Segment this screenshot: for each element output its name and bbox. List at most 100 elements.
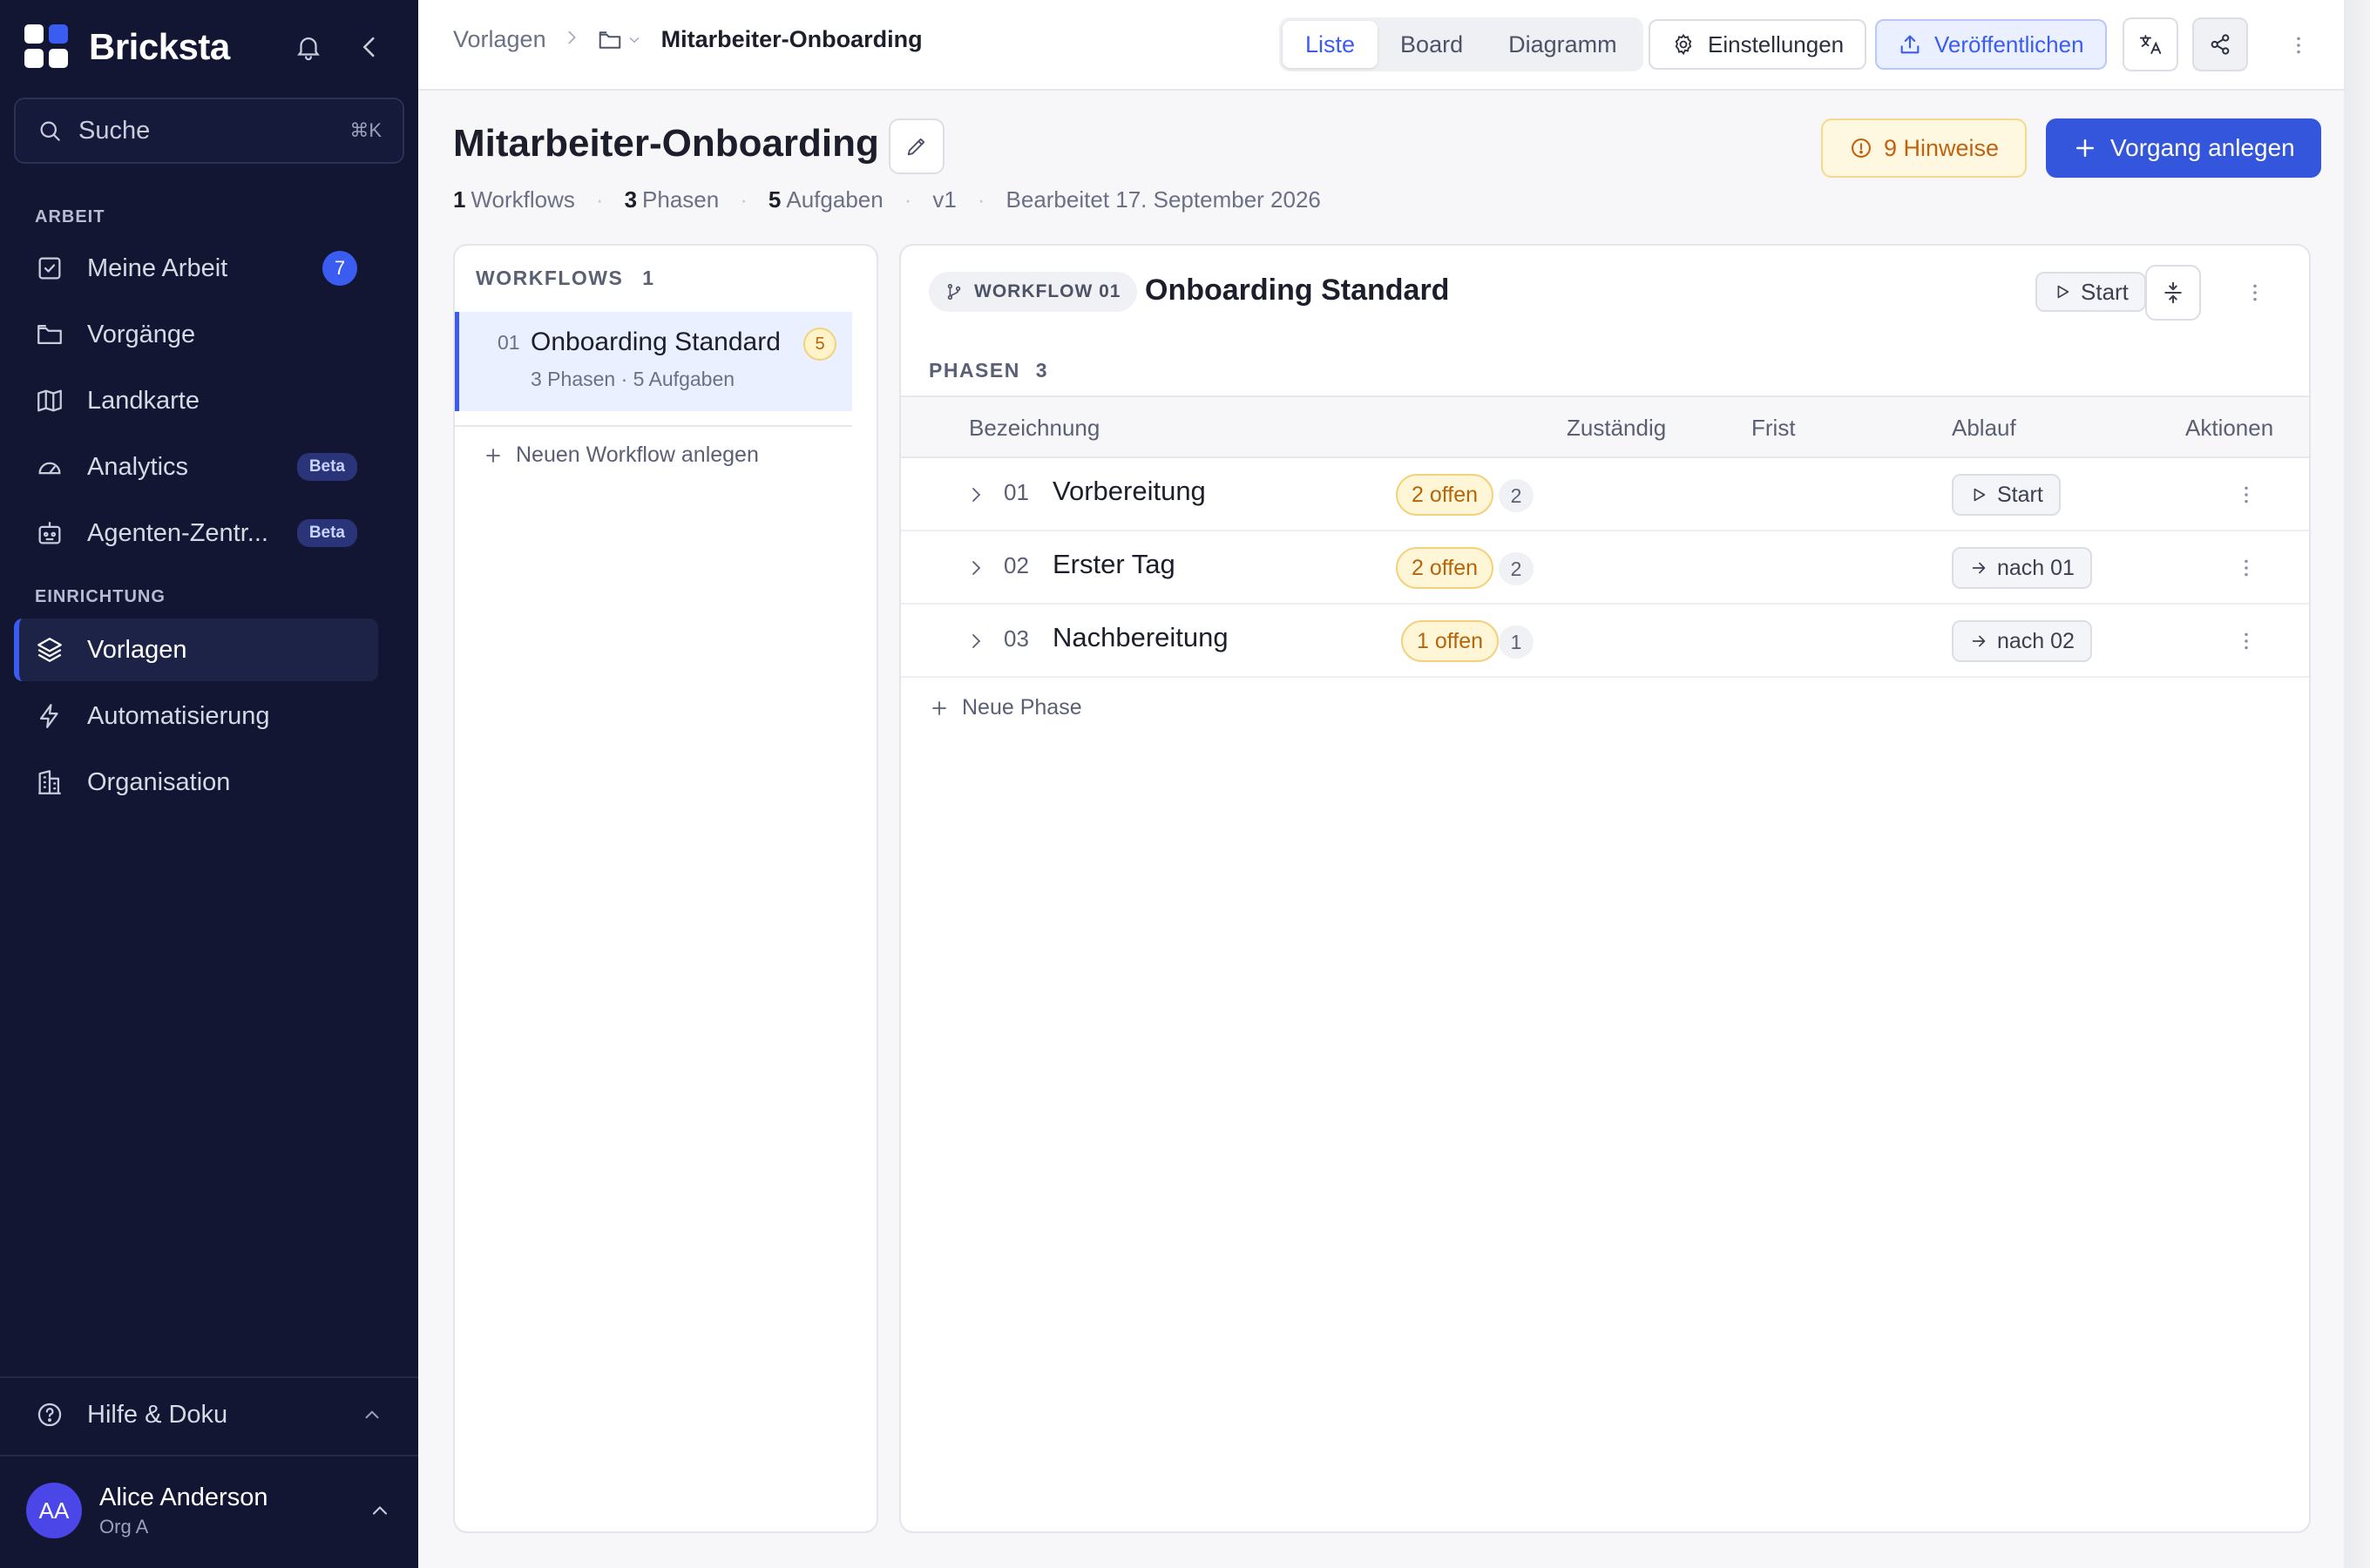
workflow-title: Onboarding Standard bbox=[1145, 274, 1450, 307]
phases-label: Phasen bbox=[642, 186, 720, 213]
task-count-badge: 2 bbox=[1499, 479, 1534, 512]
breadcrumb-root[interactable]: Vorlagen bbox=[453, 26, 546, 53]
window-edge bbox=[2344, 0, 2370, 1568]
flow-label: nach 02 bbox=[1997, 628, 2075, 653]
share-icon bbox=[2211, 34, 2230, 55]
tab-board[interactable]: Board bbox=[1378, 21, 1486, 68]
chevron-right-icon[interactable] bbox=[965, 558, 986, 578]
sidebar-item-agents[interactable]: Agenten-Zentr... Beta bbox=[14, 502, 378, 564]
layers-icon bbox=[37, 638, 62, 662]
brand[interactable]: Bricksta bbox=[24, 24, 230, 70]
robot-icon bbox=[38, 522, 61, 544]
chevron-right-icon[interactable] bbox=[965, 631, 986, 652]
sidebar: Bricksta Suche ⌘K ARBEIT Meine Arbeit 7 … bbox=[0, 0, 418, 1568]
table-row[interactable]: 03 Nachbereitung 1 offen 1 nach 02 bbox=[901, 605, 2309, 678]
row-actions-button[interactable] bbox=[2229, 624, 2264, 659]
phase-number: 02 bbox=[1004, 552, 1029, 578]
sidebar-item-my-work[interactable]: Meine Arbeit 7 bbox=[14, 237, 378, 300]
workflow-summary: 3 Phasen · 5 Aufgaben bbox=[531, 368, 735, 390]
table-row[interactable]: 02 Erster Tag 2 offen 2 nach 01 bbox=[901, 531, 2309, 605]
main-content: Vorlagen Mitarbeiter-Onboarding Liste Bo… bbox=[418, 0, 2370, 1568]
sidebar-item-label: Landkarte bbox=[87, 386, 200, 415]
sidebar-item-label: Analytics bbox=[87, 452, 189, 481]
phase-name: Nachbereitung bbox=[1053, 622, 1229, 652]
row-actions-button[interactable] bbox=[2229, 551, 2264, 585]
open-tasks-badge: 2 offen bbox=[1396, 474, 1494, 516]
page-title: Mitarbeiter-Onboarding bbox=[453, 122, 879, 165]
tab-list[interactable]: Liste bbox=[1283, 21, 1378, 68]
folder-icon bbox=[37, 324, 62, 345]
chevron-right-icon[interactable] bbox=[965, 484, 986, 505]
row-actions-button[interactable] bbox=[2229, 477, 2264, 512]
sidebar-item-map[interactable]: Landkarte bbox=[14, 369, 378, 432]
my-work-count-badge: 7 bbox=[322, 251, 357, 286]
sidebar-item-automation[interactable]: Automatisierung bbox=[14, 685, 378, 747]
flow-label: nach 01 bbox=[1997, 555, 2075, 580]
workflow-detail-panel: WORKFLOW 01 Onboarding Standard Start PH… bbox=[899, 244, 2311, 1533]
sidebar-item-analytics[interactable]: Analytics Beta bbox=[14, 436, 378, 498]
phases-table: Bezeichnung Zuständig Frist Ablauf Aktio… bbox=[901, 395, 2309, 678]
hints-button[interactable]: 9 Hinweise bbox=[1821, 118, 2028, 178]
flow-badge: Start bbox=[1952, 474, 2061, 516]
workflow-start-button[interactable]: Start bbox=[2035, 272, 2146, 312]
help-and-docs[interactable]: Hilfe & Doku bbox=[14, 1383, 404, 1446]
workflow-name: Onboarding Standard bbox=[531, 328, 781, 356]
new-phase-button[interactable]: Neue Phase bbox=[929, 695, 1082, 720]
beta-badge: Beta bbox=[296, 519, 357, 547]
create-process-button[interactable]: Vorgang anlegen bbox=[2046, 118, 2321, 178]
separator-dot: · bbox=[595, 186, 604, 213]
chevron-left-icon bbox=[362, 37, 375, 57]
phases-heading: PHASEN 3 bbox=[929, 359, 1048, 382]
translate-button[interactable] bbox=[2123, 17, 2178, 71]
sidebar-item-label: Meine Arbeit bbox=[87, 253, 228, 282]
collapse-sidebar-button[interactable] bbox=[349, 26, 390, 68]
pencil-icon bbox=[907, 138, 925, 156]
topbar: Vorlagen Mitarbeiter-Onboarding Liste Bo… bbox=[418, 0, 2344, 91]
brand-name: Bricksta bbox=[89, 26, 230, 67]
phases-count: 3 bbox=[624, 186, 638, 213]
open-tasks-badge: 2 offen bbox=[1396, 547, 1494, 589]
sidebar-item-label: Automatisierung bbox=[87, 701, 270, 730]
settings-button[interactable]: Einstellungen bbox=[1649, 19, 1867, 70]
arrow-right-icon bbox=[1972, 562, 1986, 574]
more-vertical-icon bbox=[2245, 632, 2248, 650]
workflows-panel: WORKFLOWS 1 01 Onboarding Standard 3 Pha… bbox=[453, 244, 878, 1533]
column-assignee: Zuständig bbox=[1567, 415, 1667, 441]
tasks-label: Aufgaben bbox=[786, 186, 884, 213]
column-name: Bezeichnung bbox=[969, 415, 1100, 441]
share-button[interactable] bbox=[2192, 17, 2248, 71]
notifications-button[interactable] bbox=[288, 26, 329, 68]
publish-button[interactable]: Veröffentlichen bbox=[1875, 19, 2107, 70]
task-count-badge: 1 bbox=[1499, 625, 1534, 659]
user-menu[interactable]: AA Alice Anderson Org A bbox=[26, 1479, 392, 1542]
edit-title-button[interactable] bbox=[889, 118, 945, 174]
sidebar-item-label: Agenten-Zentr... bbox=[87, 518, 268, 547]
flow-badge: nach 02 bbox=[1952, 620, 2092, 662]
sidebar-item-label: Organisation bbox=[87, 767, 231, 796]
tab-diagram[interactable]: Diagramm bbox=[1486, 21, 1640, 68]
edited-date: Bearbeitet 17. September 2026 bbox=[1006, 186, 1321, 213]
workflow-tag: WORKFLOW 01 bbox=[929, 272, 1137, 312]
search-input[interactable]: Suche ⌘K bbox=[14, 98, 404, 164]
sidebar-item-templates[interactable]: Vorlagen bbox=[14, 618, 378, 681]
more-vertical-icon bbox=[2245, 559, 2248, 577]
folder-picker[interactable] bbox=[597, 27, 642, 53]
user-name: Alice Anderson bbox=[99, 1483, 268, 1511]
more-menu-button[interactable] bbox=[2281, 28, 2316, 63]
play-icon bbox=[2057, 285, 2069, 299]
help-label: Hilfe & Doku bbox=[87, 1400, 228, 1429]
new-workflow-button[interactable]: Neuen Workflow anlegen bbox=[483, 443, 759, 468]
table-row[interactable]: 01 Vorbereitung 2 offen 2 Start bbox=[901, 458, 2309, 531]
collapse-all-button[interactable] bbox=[2145, 265, 2201, 321]
workflows-label: Workflows bbox=[471, 186, 575, 213]
sidebar-item-label: Vorgänge bbox=[87, 320, 196, 348]
sidebar-item-organisation[interactable]: Organisation bbox=[14, 751, 378, 814]
workflow-item[interactable]: 01 Onboarding Standard 3 Phasen · 5 Aufg… bbox=[455, 312, 852, 411]
folder-icon bbox=[599, 30, 620, 49]
phase-name: Erster Tag bbox=[1053, 549, 1175, 579]
workflow-more-button[interactable] bbox=[2238, 275, 2272, 310]
workflow-task-badge: 5 bbox=[803, 328, 836, 361]
more-vertical-icon bbox=[2245, 486, 2248, 504]
search-shortcut: ⌘K bbox=[349, 119, 382, 141]
sidebar-item-processes[interactable]: Vorgänge bbox=[14, 303, 378, 366]
